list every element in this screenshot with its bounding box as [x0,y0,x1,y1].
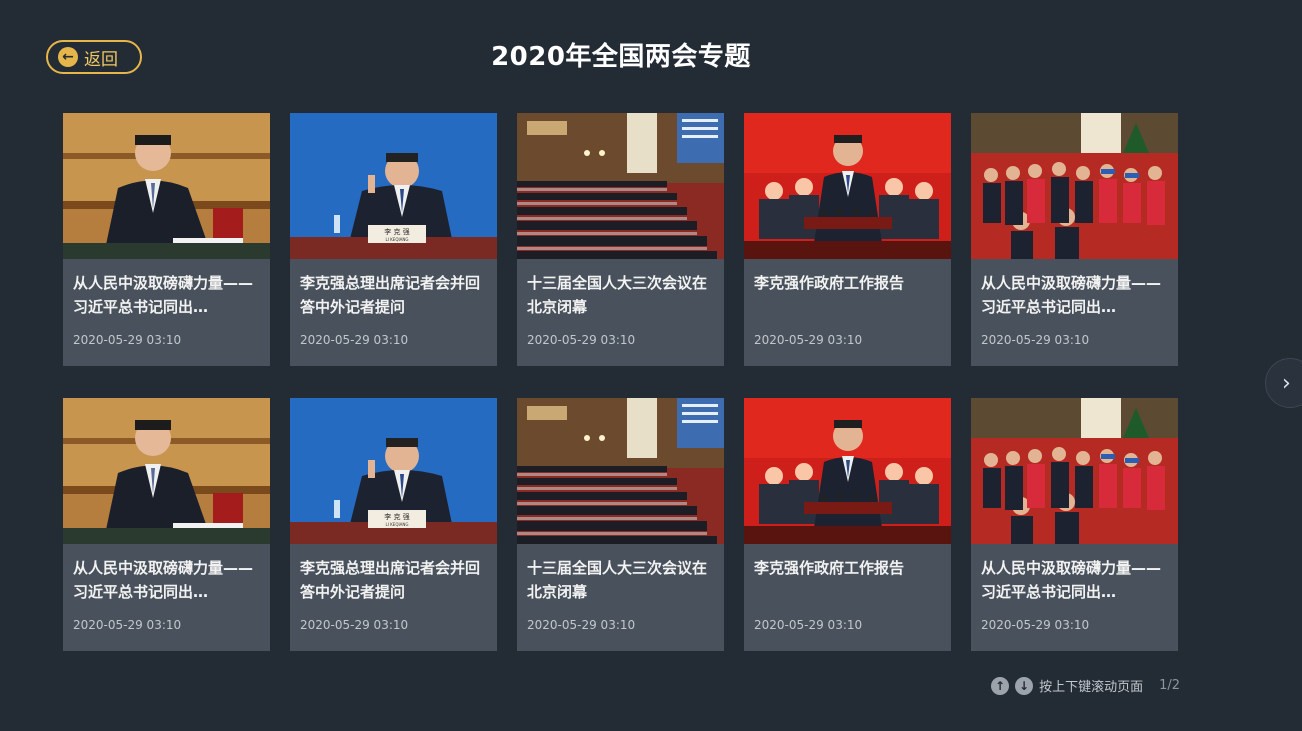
card-title: 李克强总理出席记者会并回答中外记者提问 [300,559,481,601]
npc-hall-photo [517,113,724,259]
card-date: 2020-05-29 03:10 [527,333,636,347]
news-card[interactable]: 从人民中汲取磅礴力量——习近平总书记同出… 2020-05-29 03:10 [63,113,270,366]
scroll-hint-text: 按上下键滚动页面 [1039,680,1144,695]
page-title: 2020年全国两会专题 [491,42,751,72]
svg-text:LI KEQIANG: LI KEQIANG [386,522,409,527]
card-date: 2020-05-29 03:10 [73,333,182,347]
news-card[interactable]: 李克强作政府工作报告 2020-05-29 03:10 [744,398,951,651]
arrow-down-icon[interactable]: ↓ [1015,676,1034,695]
news-card[interactable]: 十三届全国人大三次会议在北京闭幕 2020-05-29 03:10 [517,113,724,366]
news-card[interactable]: 十三届全国人大三次会议在北京闭幕 2020-05-29 03:10 [517,398,724,651]
card-date: 2020-05-29 03:10 [981,333,1090,347]
card-title: 李克强作政府工作报告 [754,274,905,292]
card-date: 2020-05-29 03:10 [754,618,863,632]
news-card[interactable]: 从人民中汲取磅礴力量——习近平总书记同出… 2020-05-29 03:10 [971,113,1178,366]
card-grid: 从人民中汲取磅礴力量——习近平总书记同出… 2020-05-29 03:10 李 … [63,113,1178,651]
page-indicator: 1/2 [1159,678,1180,693]
li-government-report-photo [744,113,951,259]
card-title: 从人民中汲取磅礴力量——习近平总书记同出… [981,274,1162,316]
card-date: 2020-05-29 03:10 [73,618,182,632]
card-title: 李克强总理出席记者会并回答中外记者提问 [300,274,481,316]
scroll-hint: ↑ ↓ 按上下键滚动页面 1/2 [991,676,1180,695]
xi-meeting-photo [63,398,270,544]
svg-text:李 克 强: 李 克 强 [384,512,409,521]
card-title: 从人民中汲取磅礴力量——习近平总书记同出… [73,274,254,316]
delegates-photo [971,398,1178,544]
news-card[interactable]: 李 克 强 LI KEQIANG 李克强总理出席记者会并回答中外记者提问 2020… [290,398,497,651]
card-date: 2020-05-29 03:10 [981,618,1090,632]
card-title: 十三届全国人大三次会议在北京闭幕 [527,559,708,601]
card-date: 2020-05-29 03:10 [754,333,863,347]
page: ← 返回 2020年全国两会专题 从人民中汲取磅礴力量——习近平总书记同出… 20… [0,0,1302,731]
chevron-right-icon: › [1282,370,1291,396]
card-title: 从人民中汲取磅礴力量——习近平总书记同出… [73,559,254,601]
news-card[interactable]: 从人民中汲取磅礴力量——习近平总书记同出… 2020-05-29 03:10 [971,398,1178,651]
news-card[interactable]: 李 克 强 LI KEQIANG 李克强总理出席记者会并回答中外记者提问 2020… [290,113,497,366]
delegates-photo [971,113,1178,259]
card-title: 李克强作政府工作报告 [754,559,905,577]
next-page-button[interactable]: › [1265,358,1302,408]
card-title: 十三届全国人大三次会议在北京闭幕 [527,274,708,316]
xi-meeting-photo [63,113,270,259]
card-date: 2020-05-29 03:10 [300,333,409,347]
arrow-up-icon[interactable]: ↑ [991,676,1010,695]
svg-text:李 克 强: 李 克 强 [384,227,409,236]
li-press-conference-photo: 李 克 强 LI KEQIANG [290,113,497,259]
npc-hall-photo [517,398,724,544]
svg-text:LI KEQIANG: LI KEQIANG [386,237,409,242]
li-government-report-photo [744,398,951,544]
card-date: 2020-05-29 03:10 [527,618,636,632]
li-press-conference-photo: 李 克 强 LI KEQIANG [290,398,497,544]
card-date: 2020-05-29 03:10 [300,618,409,632]
news-card[interactable]: 从人民中汲取磅礴力量——习近平总书记同出… 2020-05-29 03:10 [63,398,270,651]
news-card[interactable]: 李克强作政府工作报告 2020-05-29 03:10 [744,113,951,366]
card-title: 从人民中汲取磅礴力量——习近平总书记同出… [981,559,1162,601]
